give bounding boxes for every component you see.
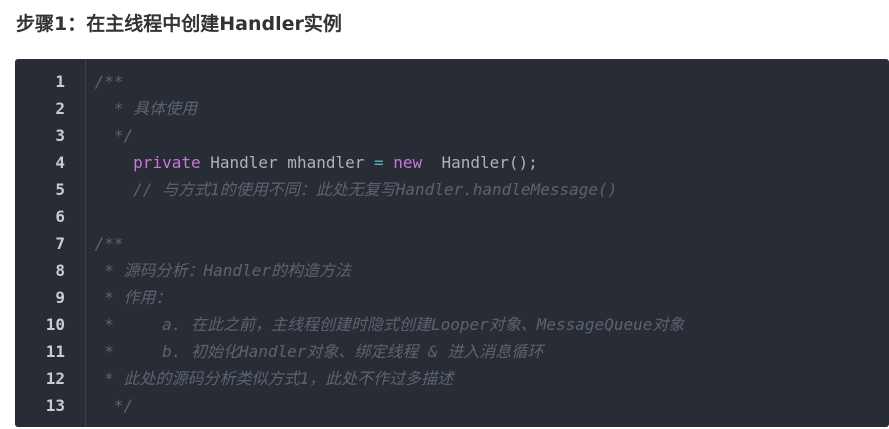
code-line-comment: // 与方式1的使用不同：此处无复写Handler.handleMessage(… [85,180,618,199]
code-line-comment: */ [85,396,134,415]
line-number: 11 [45,342,65,361]
line-number: 1 [55,72,65,91]
section-heading: 步骤1：在主线程中创建Handler实例 [16,13,342,35]
line-number: 7 [55,234,65,253]
code-line-comment: * 此处的源码分析类似方式1，此处不作过多描述 [85,369,454,388]
code-line-comment: * 源码分析：Handler的构造方法 [85,261,351,280]
code-line-comment: /** [85,72,124,91]
line-number: 6 [55,207,65,226]
code-line-comment: /** [85,234,124,253]
keyword-private: private [133,153,201,172]
line-number: 2 [55,99,65,118]
line-number-gutter: 1 2 3 4 5 6 7 8 9 10 11 12 13 [15,68,87,419]
code-line-comment: * a. 在此之前，主线程创建时隐式创建Looper对象、MessageQueu… [85,315,685,334]
line-number: 10 [45,315,65,334]
line-number: 5 [55,180,65,199]
code-block: 1 2 3 4 5 6 7 8 9 10 11 12 13 /** * 具体使用… [15,59,889,427]
line-number: 12 [45,369,65,388]
operator-assign: = [374,153,384,172]
code-line-comment: * 作用： [85,288,172,307]
line-number: 3 [55,126,65,145]
line-number: 13 [45,396,65,415]
line-number: 8 [55,261,65,280]
code-line-comment: * 具体使用 [85,99,198,118]
code-constructor-call: Handler(); [422,153,538,172]
line-number: 9 [55,288,65,307]
line-number: 4 [55,153,65,172]
code-identifier: Handler mhandler [200,153,374,172]
code-content: /** * 具体使用 */ private Handler mhandler =… [85,68,889,419]
code-line-comment: * b. 初始化Handler对象、绑定线程 & 进入消息循环 [85,342,544,361]
code-line-statement: private Handler mhandler = new Handler()… [85,149,889,176]
keyword-new: new [393,153,423,172]
code-line-comment: */ [85,126,134,145]
